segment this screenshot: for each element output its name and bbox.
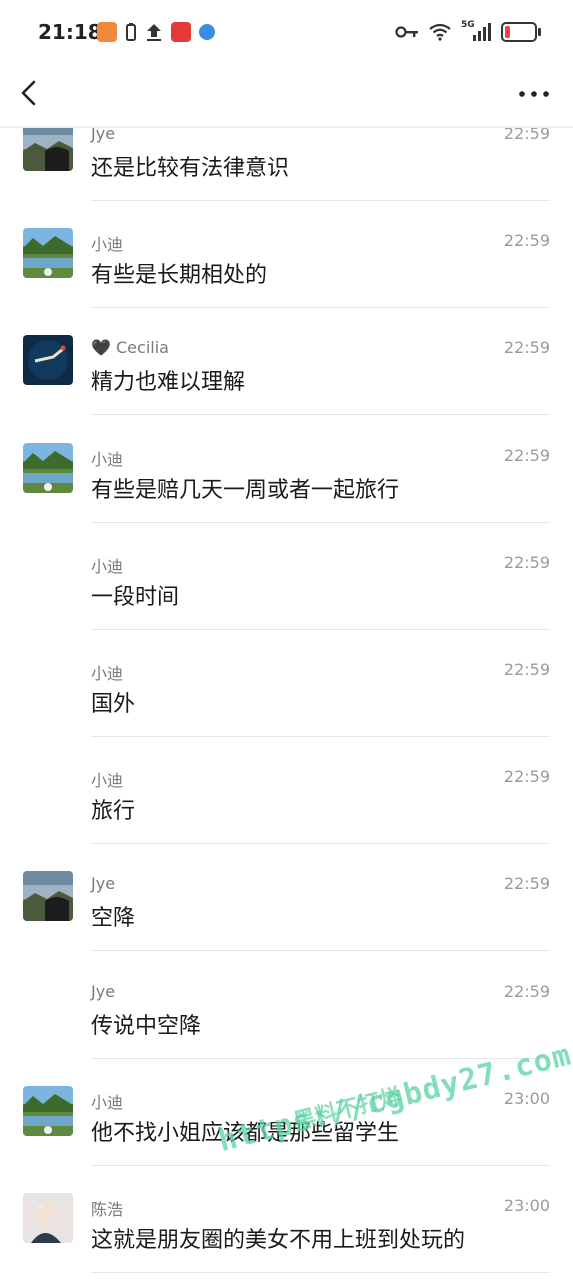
message-text: 一段时间: [91, 584, 180, 610]
message-text: 国外: [91, 692, 136, 717]
avatar[interactable]: [23, 228, 73, 279]
sender-name: 小迪: [91, 556, 124, 576]
message-text: 这就是朋友圈的美女不用上班到处玩的: [91, 1228, 466, 1253]
avatar[interactable]: [23, 1193, 73, 1243]
sender-name: 小迪: [91, 1092, 124, 1112]
sender-name: 🖤 Cecilia: [91, 338, 169, 358]
avatar[interactable]: [23, 121, 73, 171]
sender-name: 小迪: [91, 449, 124, 469]
more-dots-icon: [519, 91, 549, 97]
message-item[interactable]: 小迪 22:59 有些是赔几天一周或者一起旅行: [0, 416, 573, 523]
back-button[interactable]: [14, 76, 46, 112]
message-time: 22:59: [503, 552, 550, 572]
message-text: 有些是长期相处的: [91, 263, 268, 289]
message-text: 空降: [91, 906, 136, 932]
sender-name: Jye: [91, 874, 116, 894]
message-time: 22:59: [503, 981, 550, 1001]
message-item[interactable]: 小迪 22:59 旅行: [0, 737, 573, 845]
message-item[interactable]: 陈浩 23:00 这就是朋友圈的美女不用上班到处玩的: [0, 1166, 573, 1273]
message-time: 23:00: [503, 1196, 550, 1215]
sender-name: 陈浩: [91, 1200, 124, 1219]
message-item[interactable]: Jye 22:59 空降: [0, 844, 573, 952]
message-time: 22:59: [503, 874, 550, 894]
message-item[interactable]: 小迪 22:59 有些是长期相处的: [0, 201, 573, 309]
nav-divider: [0, 126, 573, 128]
message-item[interactable]: Jye 22:59 传说中空降: [0, 952, 573, 1059]
sender-name: Jye: [91, 981, 116, 1001]
avatar[interactable]: [23, 1085, 73, 1136]
sender-name: 小迪: [91, 664, 124, 683]
message-time: 22:59: [503, 231, 550, 251]
sender-name: 小迪: [91, 235, 124, 255]
message-text: 旅行: [91, 799, 136, 825]
chevron-left-icon: [21, 80, 36, 106]
message-time: 22:59: [503, 767, 550, 787]
message-time: 22:59: [503, 445, 550, 465]
message-item[interactable]: 小迪 22:59 国外: [0, 630, 573, 737]
message-time: 22:59: [503, 660, 550, 679]
message-time: 22:59: [503, 338, 550, 358]
message-text: 还是比较有法律意识: [91, 156, 290, 181]
message-time: 23:00: [503, 1088, 550, 1108]
message-text: 精力也难以理解: [91, 370, 246, 396]
message-item[interactable]: 🖤 Cecilia 22:59 精力也难以理解: [0, 308, 573, 416]
row-divider: [91, 1272, 550, 1273]
avatar[interactable]: [23, 871, 73, 922]
avatar[interactable]: [23, 442, 73, 493]
message-item[interactable]: 小迪 22:59 一段时间: [0, 523, 573, 630]
more-options-button[interactable]: [517, 82, 551, 106]
sender-name: 小迪: [91, 771, 124, 791]
message-text: 有些是赔几天一周或者一起旅行: [91, 477, 400, 503]
nav-bar: [0, 64, 573, 126]
message-text: 传说中空降: [91, 1013, 202, 1039]
avatar[interactable]: [23, 335, 73, 386]
